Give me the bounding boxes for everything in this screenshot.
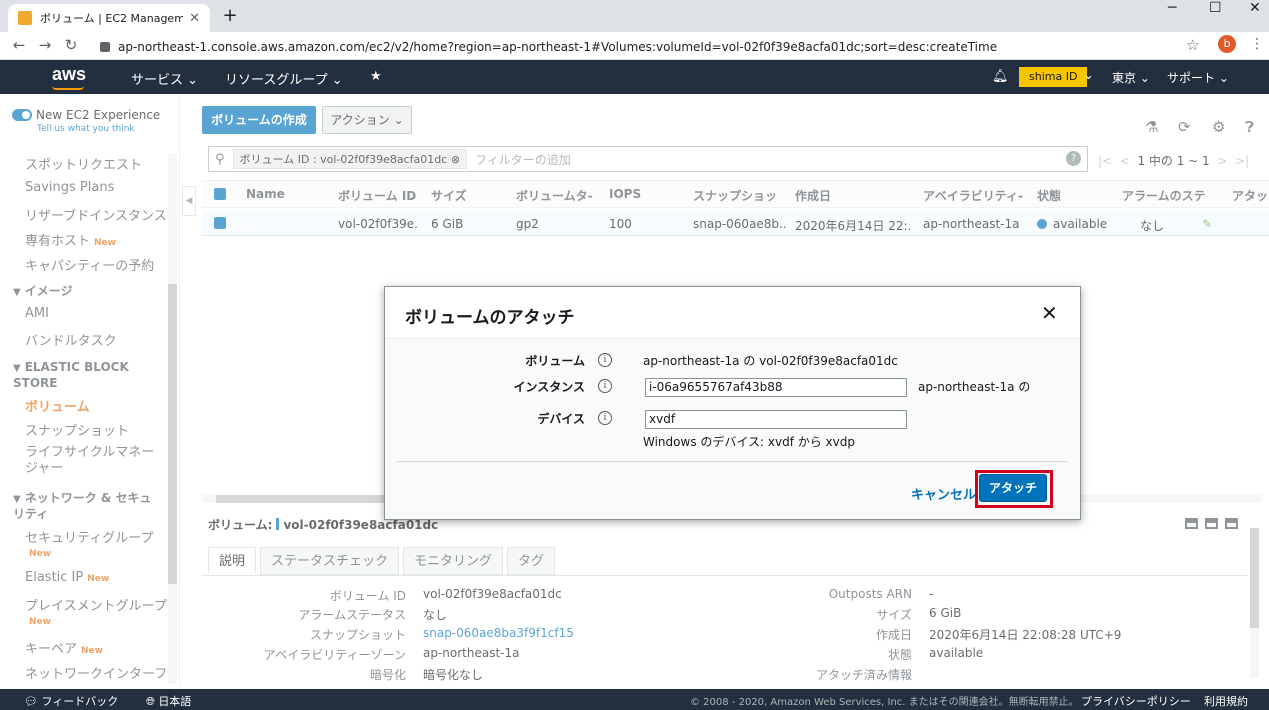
feedback-label: フィードバック: [41, 695, 119, 708]
bell-icon[interactable]: 🔔︎: [992, 69, 1009, 84]
account-chevron-icon[interactable]: ⌄: [1083, 68, 1094, 83]
aws-header: aws サービス ⌄ リソースグループ ⌄ ★ 🔔︎ shima ID ⌄ 東京…: [0, 60, 1269, 94]
speech-bubble-icon: 💬︎: [24, 695, 38, 708]
console-footer: 💬︎ フィードバック 🌐︎ 日本語 © 2008 - 2020, Amazon …: [0, 689, 1269, 710]
url-field[interactable]: ap-northeast-1.console.aws.amazon.com/ec…: [100, 36, 1210, 58]
address-bar: ← → ↻ ap-northeast-1.console.aws.amazon.…: [0, 32, 1269, 60]
aws-favicon-icon: [18, 11, 32, 25]
language-label: 日本語: [158, 695, 192, 708]
back-icon[interactable]: ←: [10, 36, 28, 54]
attach-volume-dialog: ボリュームのアタッチ ✕ ボリューム i ap-northeast-1a の v…: [384, 286, 1081, 520]
instance-az-suffix: ap-northeast-1a の: [918, 380, 1031, 394]
info-icon[interactable]: i: [598, 379, 612, 393]
lock-icon: [100, 42, 110, 52]
close-icon[interactable]: ✕: [1041, 301, 1058, 325]
device-hint: Windows のデバイス: xvdf から xvdp: [643, 435, 855, 449]
close-window-icon[interactable]: ✕: [1249, 0, 1261, 16]
resource-groups-label: リソースグループ: [225, 73, 328, 88]
aws-logo[interactable]: aws: [52, 64, 87, 90]
dialog-header: ボリュームのアタッチ ✕: [385, 287, 1080, 339]
volume-label: ボリューム: [525, 354, 585, 368]
minimize-icon[interactable]: ─: [1168, 0, 1176, 16]
attach-button[interactable]: アタッチ: [979, 474, 1047, 502]
reload-icon[interactable]: ↻: [62, 36, 80, 54]
bookmark-star-icon[interactable]: ☆: [1186, 36, 1199, 54]
maximize-icon[interactable]: ☐: [1209, 0, 1222, 16]
url-text: ap-northeast-1.console.aws.amazon.com/ec…: [118, 40, 998, 54]
globe-icon: 🌐︎: [146, 695, 155, 708]
pin-star-icon[interactable]: ★: [370, 69, 382, 84]
cancel-button[interactable]: キャンセル: [911, 484, 976, 503]
feedback-button[interactable]: 💬︎ フィードバック: [24, 693, 118, 709]
terms-link[interactable]: 利用規約: [1204, 693, 1248, 709]
instance-label: インスタンス: [513, 380, 585, 394]
aws-logo-text: aws: [52, 64, 87, 84]
device-input[interactable]: xvdf: [645, 410, 907, 429]
region-label: 東京: [1112, 71, 1137, 85]
volume-value: ap-northeast-1a の vol-02f0f39e8acfa01dc: [643, 354, 898, 368]
profile-avatar[interactable]: b: [1218, 35, 1236, 53]
tab-title: ボリューム | EC2 Management Con: [40, 12, 184, 25]
instance-input[interactable]: i-06a9655767af43b88: [645, 378, 907, 397]
browser-tab[interactable]: ボリューム | EC2 Management Con ✕: [8, 4, 210, 32]
region-menu[interactable]: 東京 ⌄: [1112, 69, 1150, 86]
new-tab-icon[interactable]: +: [220, 5, 240, 26]
close-tab-icon[interactable]: ✕: [189, 11, 200, 26]
dialog-body: ボリューム i ap-northeast-1a の vol-02f0f39e8a…: [385, 339, 1080, 519]
forward-icon[interactable]: →: [36, 36, 54, 54]
device-label: デバイス: [537, 412, 585, 426]
services-menu[interactable]: サービス ⌄: [131, 69, 198, 88]
browser-menu-icon[interactable]: ⋮: [1250, 36, 1264, 52]
copyright-text: © 2008 - 2020, Amazon Web Services, Inc.…: [690, 697, 1079, 708]
account-menu[interactable]: shima ID: [1019, 67, 1088, 87]
browser-tabbar: ボリューム | EC2 Management Con ✕ + ─ ☐ ✕: [0, 0, 1269, 32]
language-selector[interactable]: 🌐︎ 日本語: [146, 693, 191, 709]
info-icon[interactable]: i: [598, 353, 612, 367]
resource-groups-menu[interactable]: リソースグループ ⌄: [225, 69, 343, 88]
dialog-title: ボリュームのアタッチ: [405, 308, 575, 328]
dialog-divider: [397, 461, 1067, 462]
services-label: サービス: [131, 73, 184, 88]
info-icon[interactable]: i: [598, 411, 612, 425]
privacy-policy-link[interactable]: プライバシーポリシー: [1081, 693, 1191, 709]
support-menu[interactable]: サポート ⌄: [1167, 69, 1229, 86]
support-label: サポート: [1167, 71, 1216, 85]
